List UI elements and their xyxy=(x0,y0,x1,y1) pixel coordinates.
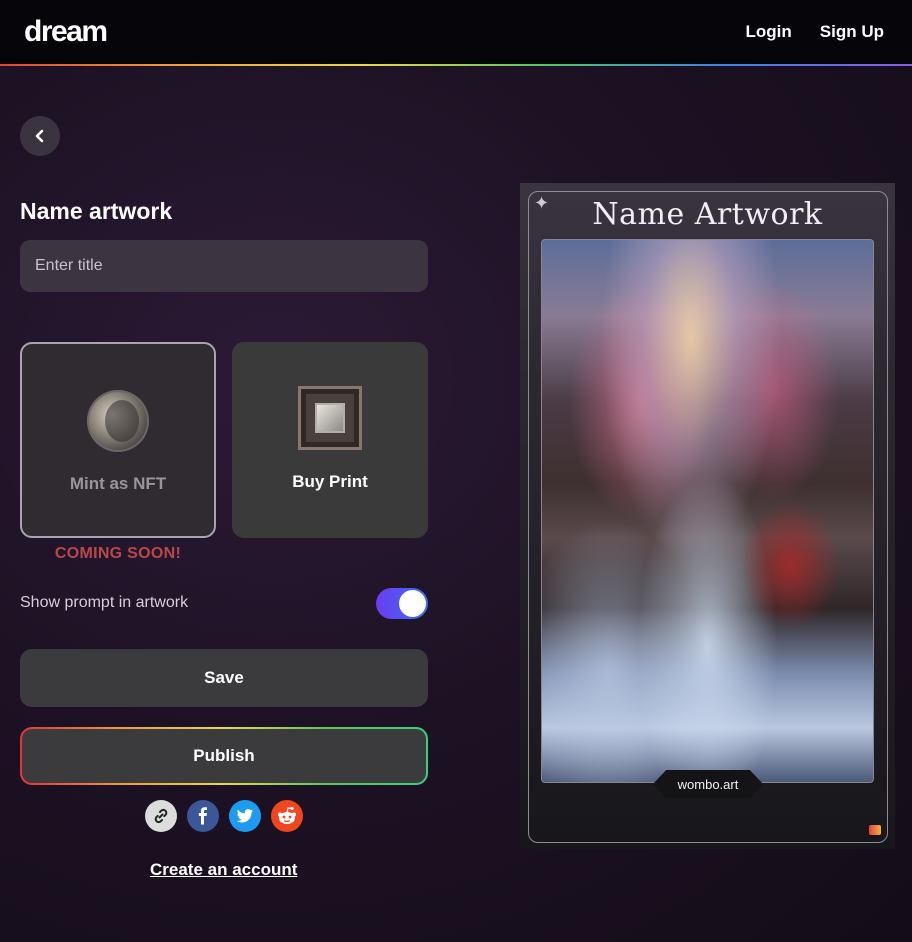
top-bar: dream Login Sign Up xyxy=(0,0,912,66)
toggle-knob xyxy=(399,590,426,617)
twitter-share-button[interactable] xyxy=(229,800,261,832)
create-account-link[interactable]: Create an account xyxy=(150,860,297,880)
show-prompt-label: Show prompt in artwork xyxy=(20,594,189,611)
save-button[interactable]: Save xyxy=(20,649,428,707)
reddit-icon xyxy=(278,806,296,824)
dream-logo[interactable]: dream xyxy=(24,15,108,49)
auth-nav: Login Sign Up xyxy=(746,22,884,42)
wombo-logo-icon xyxy=(869,825,881,835)
chevron-left-icon xyxy=(35,129,44,143)
show-prompt-toggle[interactable] xyxy=(376,588,428,619)
section-title: Name artwork xyxy=(20,198,173,224)
mint-nft-option[interactable]: Mint as NFT xyxy=(20,342,216,538)
print-frame-icon xyxy=(298,386,362,450)
artwork-preview-card: ✦ Name Artwork wombo.art xyxy=(520,183,895,849)
buy-print-option[interactable]: Buy Print xyxy=(232,342,428,538)
twitter-icon xyxy=(236,808,254,822)
share-row xyxy=(145,800,303,832)
link-icon xyxy=(154,808,168,824)
copy-link-button[interactable] xyxy=(145,800,177,832)
signup-link[interactable]: Sign Up xyxy=(820,22,884,42)
facebook-icon xyxy=(198,807,207,825)
buy-print-label: Buy Print xyxy=(292,472,368,491)
preview-title: Name Artwork xyxy=(592,197,823,232)
title-input[interactable] xyxy=(20,240,428,292)
nft-coin-icon xyxy=(87,390,149,452)
artwork-image xyxy=(541,239,874,783)
back-button[interactable] xyxy=(20,116,60,156)
reddit-share-button[interactable] xyxy=(271,800,303,832)
facebook-share-button[interactable] xyxy=(187,800,219,832)
login-link[interactable]: Login xyxy=(746,22,792,42)
mint-nft-label: Mint as NFT xyxy=(69,474,167,493)
publish-button[interactable]: Publish xyxy=(20,727,428,785)
coming-soon-badge: COMING SOON! xyxy=(54,545,182,562)
wombo-badge: wombo.art xyxy=(653,770,763,798)
